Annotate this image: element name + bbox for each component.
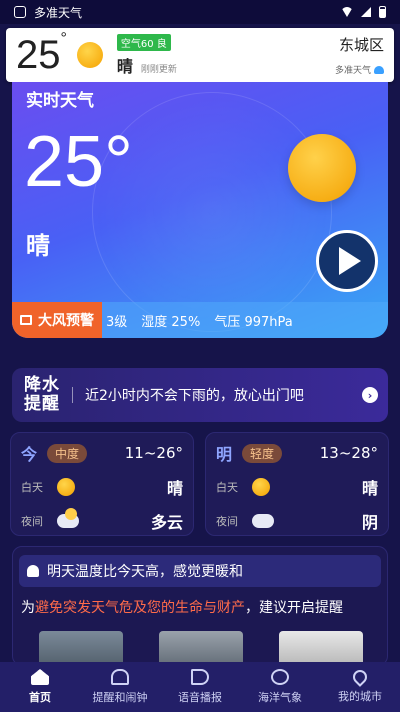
nav-alarm[interactable]: 提醒和闹钟 (80, 669, 160, 705)
divider (72, 387, 73, 403)
brand-logo-icon (374, 65, 384, 74)
bell-icon (111, 669, 129, 685)
weather-notification-widget[interactable]: 25° 空气60 良 晴 刚刚更新 东城区 多准天气 (6, 28, 394, 82)
today-aqi-badge: 中度 (47, 443, 88, 463)
widget-temperature: 25° (16, 30, 67, 77)
reminder-panel: 明天温度比今天高，感觉更暖和 为避免突发天气危及您的生命与财产，建议开启提醒 (12, 546, 388, 671)
tomorrow-temp-range: 13~28° (319, 444, 378, 462)
tomorrow-aqi-badge: 轻度 (242, 443, 283, 463)
tomorrow-day-label: 白天 (216, 481, 238, 494)
nav-my-city[interactable]: 我的城市 (320, 667, 400, 704)
tomorrow-night-weather: 阴 (361, 513, 378, 532)
bell-icon (27, 565, 39, 577)
widget-condition: 晴 (116, 56, 133, 76)
nav-voice[interactable]: 语音播报 (160, 669, 240, 705)
wind-warning-button[interactable]: 大风预警 (12, 302, 102, 338)
home-icon (31, 669, 49, 685)
tomorrow-night-label: 夜间 (216, 515, 238, 528)
nav-home[interactable]: 首页 (0, 669, 80, 705)
location-pin-icon (350, 667, 370, 687)
status-app-name: 多准天气 (34, 5, 83, 20)
notice-text: 明天温度比今天高，感觉更暖和 (47, 564, 243, 580)
megaphone-icon (20, 315, 32, 325)
nav-ocean[interactable]: 海洋气象 (240, 669, 320, 705)
status-icons (341, 6, 386, 18)
today-day-weather: 晴 (166, 479, 183, 498)
status-bar: 多准天气 (0, 0, 400, 24)
today-night-weather: 多云 (150, 513, 183, 532)
play-icon (339, 247, 361, 275)
cloudy-night-icon (57, 508, 79, 528)
wifi-icon (341, 7, 353, 17)
realtime-weather-card: 实时天气 25° 晴 大风预警 3级 湿度 25% 气压 997hPa (12, 82, 388, 338)
signal-icon (361, 7, 371, 17)
cloud-icon (252, 514, 274, 528)
battery-icon (379, 6, 386, 18)
app-notification-icon (14, 6, 26, 18)
rain-reminder-badge: 降水提醒 (24, 375, 60, 414)
tomorrow-forecast-card[interactable]: 明 轻度 13~28° 白天 晴 夜间 阴 (205, 432, 389, 536)
widget-brand: 多准天气 (335, 63, 384, 76)
sun-icon (76, 42, 103, 68)
widget-aqi-badge: 空气60 良 (116, 33, 171, 51)
chevron-right-icon[interactable]: › (362, 387, 378, 403)
sun-large-icon (288, 134, 356, 202)
weather-info-bar: 大风预警 3级 湿度 25% 气压 997hPa (12, 302, 388, 338)
today-temp-range: 11~26° (124, 444, 183, 462)
current-condition: 晴 (26, 232, 50, 260)
current-temperature: 25° (24, 122, 133, 202)
play-button[interactable] (316, 230, 378, 292)
tomorrow-day-weather: 晴 (361, 479, 378, 498)
realtime-title: 实时天气 (26, 91, 94, 111)
rain-reminder-card[interactable]: 降水提醒 近2小时内不会下雨的，放心出门吧 › (12, 368, 388, 422)
humidity: 湿度 25% (141, 314, 201, 330)
sun-icon (57, 478, 75, 496)
today-forecast-card[interactable]: 今 中度 11~26° 白天 晴 夜间 多云 (10, 432, 194, 536)
temperature-notice[interactable]: 明天温度比今天高，感觉更暖和 (19, 555, 381, 587)
bottom-nav: 首页 提醒和闹钟 语音播报 海洋气象 我的城市 (0, 662, 400, 712)
today-night-label: 夜间 (21, 515, 43, 528)
sunrise-sea-icon (271, 669, 289, 685)
wind-level: 3级 (106, 314, 128, 330)
pressure: 气压 997hPa (214, 314, 293, 330)
today-day-label: 白天 (21, 481, 43, 494)
widget-update-time: 刚刚更新 (140, 64, 177, 75)
sun-icon (252, 478, 270, 496)
widget-district: 东城区 (338, 36, 384, 54)
today-label: 今 (21, 445, 38, 464)
warning-label: 大风预警 (38, 313, 94, 329)
rain-reminder-message: 近2小时内不会下雨的，放心出门吧 (85, 388, 304, 404)
speaker-icon (191, 669, 209, 685)
reminder-advice: 为避免突发天气危及您的生命与财产，建议开启提醒 (21, 600, 343, 616)
tomorrow-label: 明 (216, 445, 233, 464)
